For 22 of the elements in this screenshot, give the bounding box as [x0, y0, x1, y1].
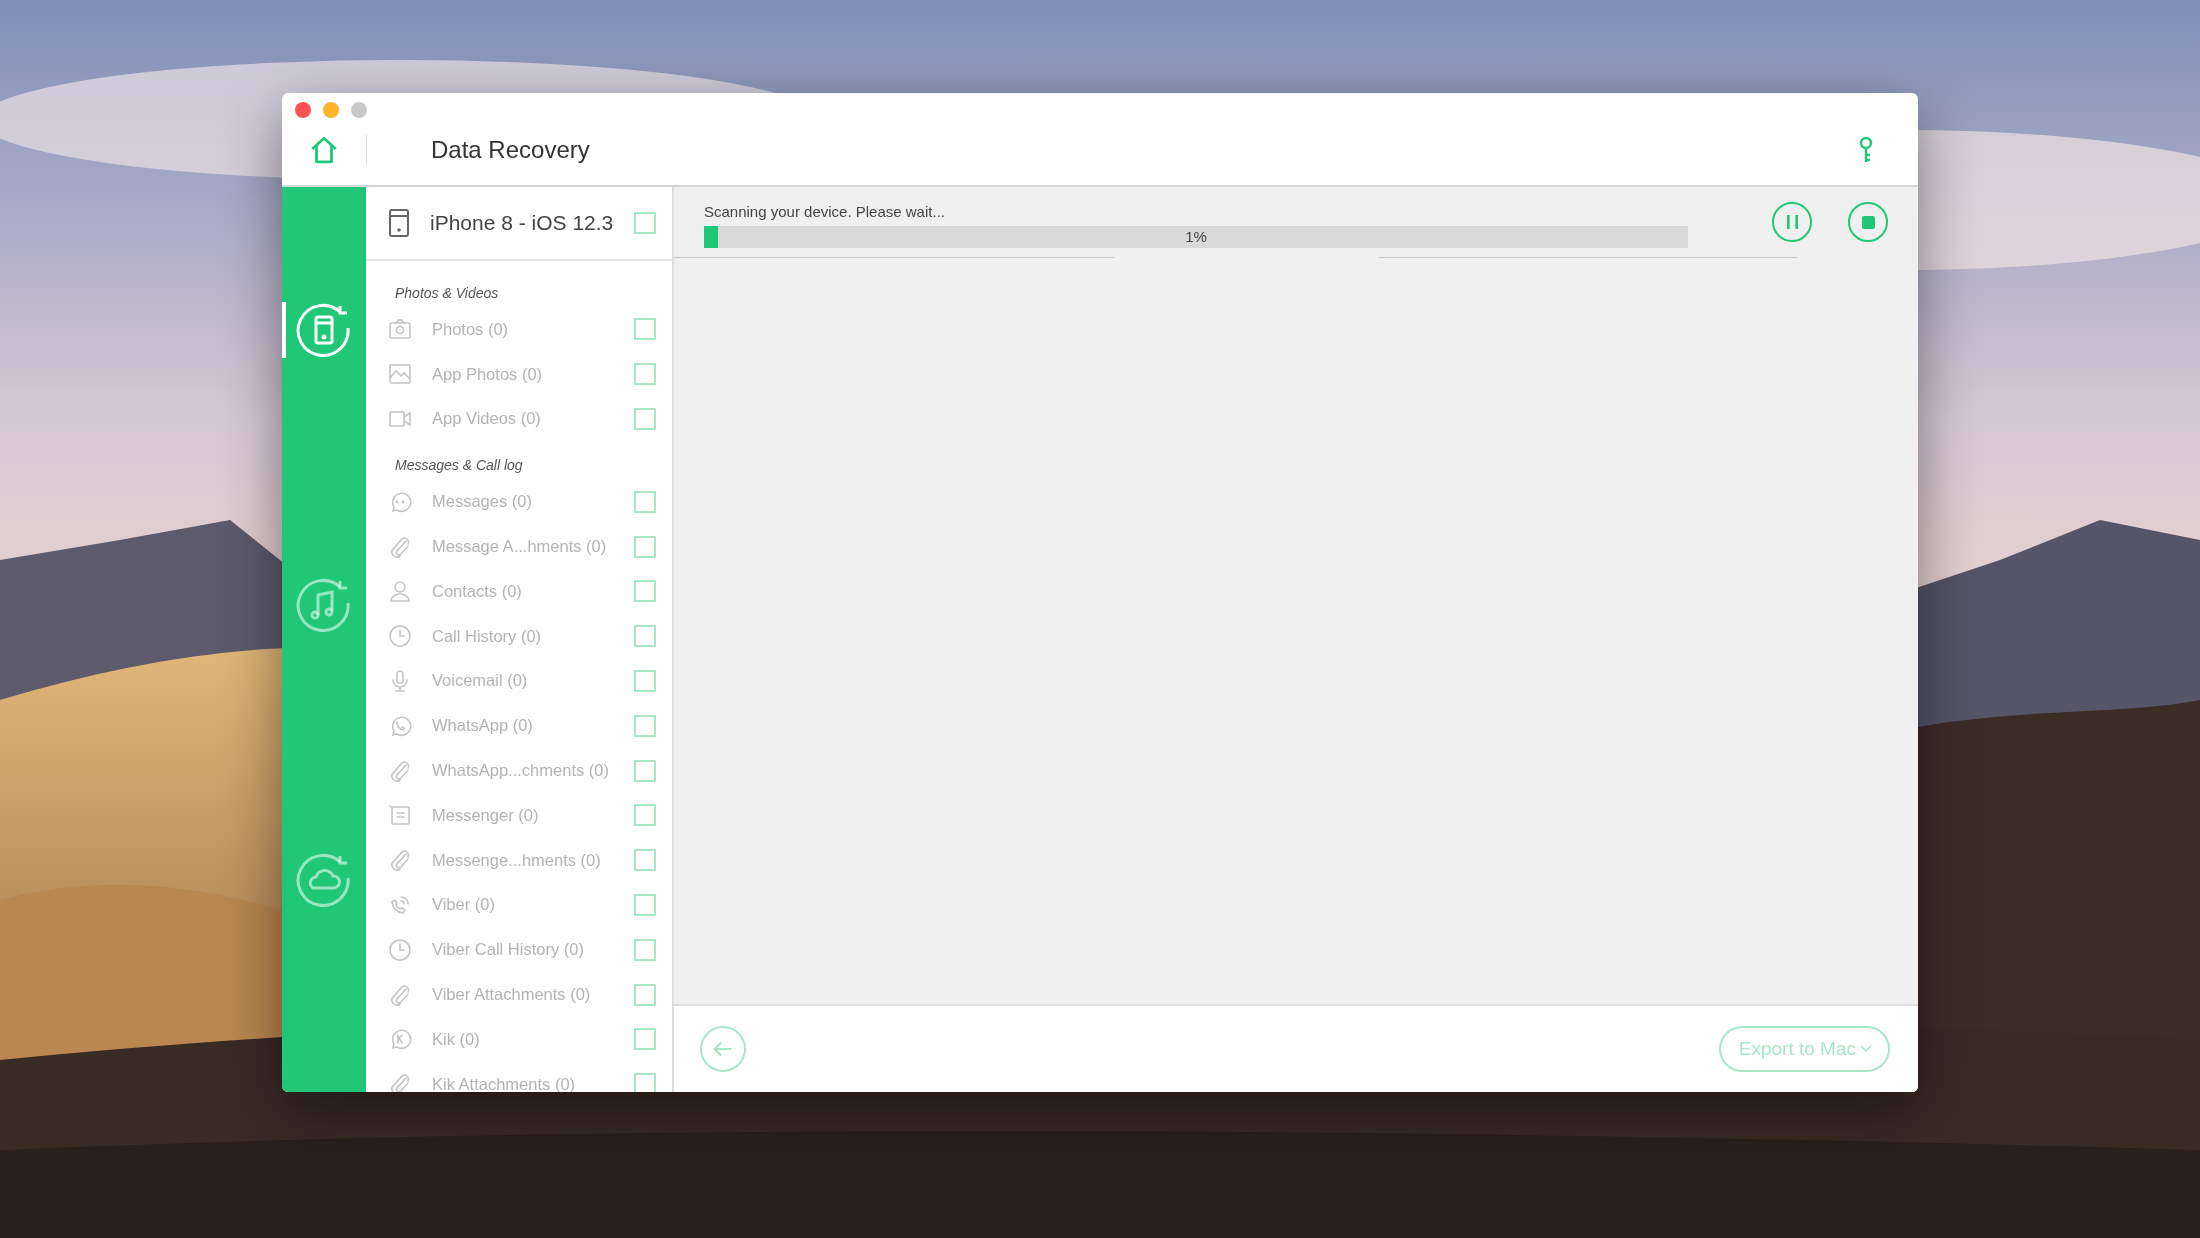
category-label: WhatsApp...chments (0): [432, 761, 610, 781]
section-header: Messages & Call log: [394, 456, 524, 476]
category-label: Viber (0): [432, 895, 496, 915]
window-title: Data Recovery: [431, 135, 591, 164]
category-label: Messenger (0): [432, 805, 540, 825]
category-label: Messages (0): [432, 492, 533, 512]
category-label: Viber Call History (0): [432, 940, 585, 960]
category-label: Kik (0): [432, 1029, 481, 1049]
category-label: App Videos (0): [432, 409, 542, 429]
category-label: Call History (0): [432, 626, 543, 646]
category-label: Viber Attachments (0): [432, 985, 592, 1005]
progress-percent: 1%: [1185, 228, 1207, 245]
category-label: WhatsApp (0): [432, 716, 534, 736]
category-label: Voicemail (0): [432, 671, 529, 691]
section-header: Photos & Videos: [394, 284, 500, 303]
status-text: Scanning your device. Please wait...: [704, 202, 946, 220]
device-name: iPhone 8 - iOS 12.3: [430, 211, 615, 235]
category-label: Messenge...hments (0): [432, 850, 602, 870]
category-label: App Photos (0): [432, 364, 544, 384]
category-label: Contacts (0): [432, 581, 523, 601]
category-label: Message A...hments (0): [432, 537, 608, 557]
category-label: Photos (0): [432, 319, 510, 339]
